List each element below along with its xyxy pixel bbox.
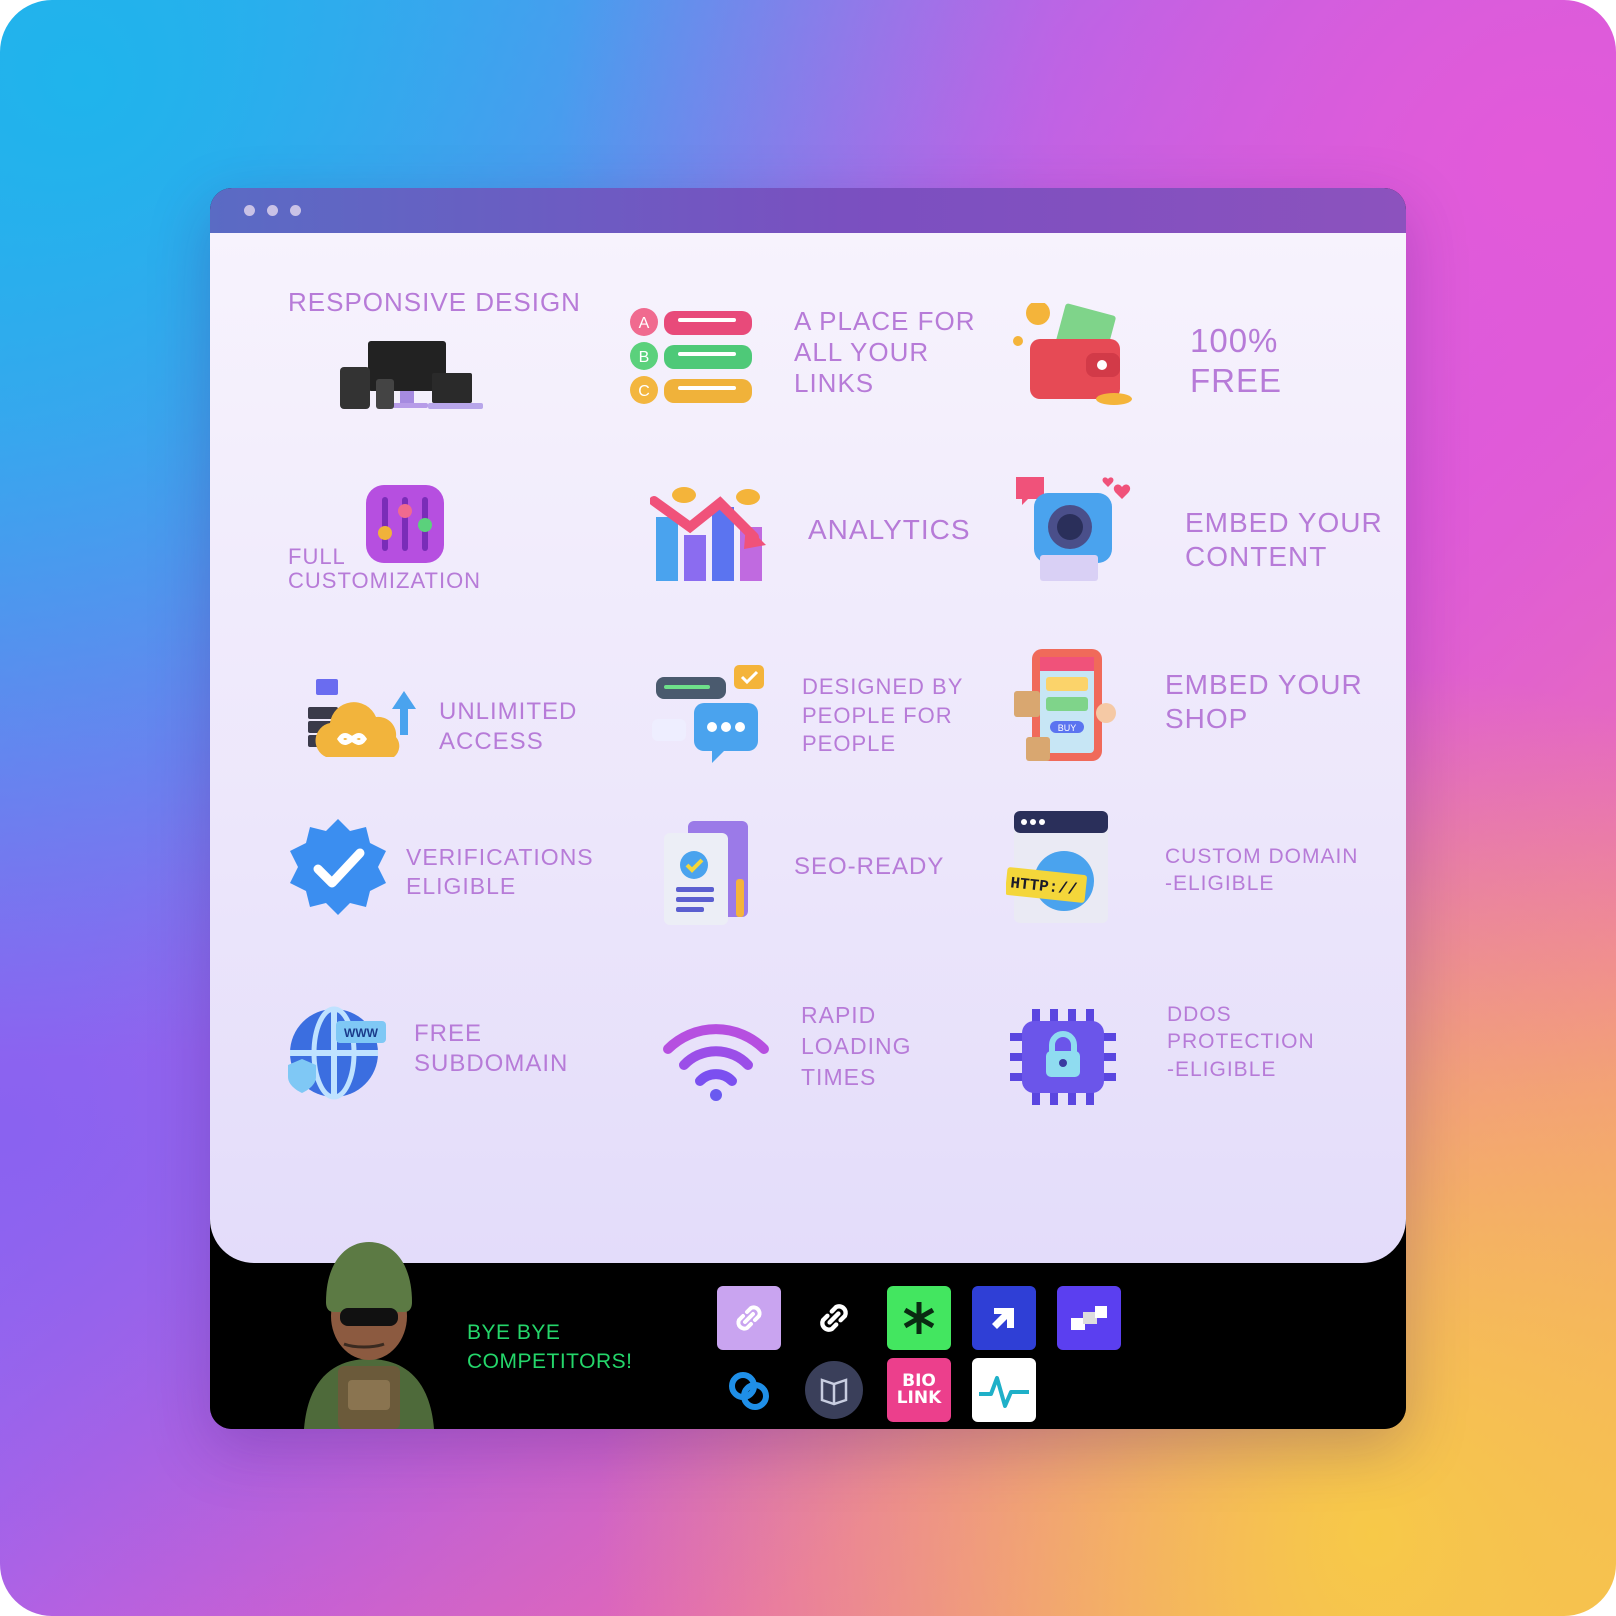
wallet-icon [1013,303,1132,405]
seo-document-icon [664,821,748,925]
competitor-logo-biolink[interactable]: BIO LINK [887,1358,951,1422]
feature-unlimited-line2: ACCESS [439,728,544,755]
blocks-icon [1071,1306,1107,1330]
feature-links-line3: LINKS [794,368,875,399]
competitor-logo-linktree[interactable] [887,1286,951,1350]
bye-line2: COMPETITORS! [467,1350,633,1374]
feature-ddos-line1: DDOS [1167,1003,1232,1026]
feature-designed-line1: DESIGNED BY [802,674,964,699]
feature-designed-line2: PEOPLE FOR [802,702,953,728]
feature-customization-line1: FULL [288,544,346,569]
feature-verifications: VERIFICATIONS ELIGIBLE [406,843,594,901]
feature-free-line1: 100% [1190,322,1279,359]
feature-customization: FULL CUSTOMIZATION [288,544,482,594]
feature-responsive-design: RESPONSIVE DESIGN [288,287,581,317]
www-globe-icon: WWW [288,1006,386,1100]
competitor-logo-link-purple[interactable] [717,1286,781,1350]
feature-embed-shop-line1: EMBED YOUR [1165,669,1363,700]
wifi-icon [663,1024,769,1101]
bye-competitors-text: BYE BYE COMPETITORS! [467,1318,632,1377]
pulse-icon [979,1376,1029,1408]
biolink-line2: LINK [896,1388,942,1408]
feature-custom-domain-line2: -ELIGIBLE [1165,872,1275,896]
chat-bubbles-icon [652,665,764,763]
feature-unlimited-access: UNLIMITED ACCESS [439,697,577,757]
ddos-chip-lock-icon [1010,1009,1116,1105]
competitor-logo-carrd[interactable] [802,1358,866,1422]
feature-rapid-loading: RAPID LOADING TIMES [801,1000,912,1093]
feature-ddos-protection: DDOS PROTECTION -ELIGIBLE [1167,1001,1315,1083]
competitor-logo-link-white[interactable] [802,1286,866,1350]
feature-rapid-line3: TIMES [801,1064,877,1091]
shop-phone-icon: BUY [1014,649,1116,761]
verified-badge-icon [290,819,386,915]
svg-text:C: C [638,383,650,400]
feature-custom-domain: CUSTOM DOMAIN -ELIGIBLE [1165,843,1358,898]
feature-free-subdomain: FREE SUBDOMAIN [414,1019,568,1079]
gradient-background: RESPONSIVE DESIGN A B C A PLACE FOR ALL … [0,0,1616,1616]
feature-ddos-line3: -ELIGIBLE [1167,1057,1277,1081]
cloud-infinity-icon [308,679,416,757]
feature-subdomain-line1: FREE [414,1020,483,1047]
feature-custom-domain-line1: CUSTOM DOMAIN [1165,845,1359,868]
feature-embed-shop-line2: SHOP [1165,702,1249,734]
feature-verifications-line2: ELIGIBLE [406,872,517,899]
feature-free: 100% FREE [1190,321,1282,400]
double-loop-icon [729,1372,769,1410]
devices-icon [340,341,483,409]
arrow-up-right-icon [992,1308,1014,1329]
soldier-avatar [304,1242,434,1429]
feature-customization-line2: CUSTOMIZATION [288,568,482,594]
feature-rapid-line1: RAPID [801,1002,877,1028]
book-icon [805,1361,863,1419]
feature-seo-ready: SEO-READY [794,853,945,880]
camera-icon [1016,477,1131,581]
competitor-logo-blocks[interactable] [1057,1286,1121,1350]
feature-designed-line3: PEOPLE [802,731,897,757]
feature-embed-content-line1: EMBED YOUR [1185,507,1383,538]
feature-embed-content-line2: CONTENT [1185,540,1328,572]
competitor-logo-linkin[interactable] [717,1358,781,1422]
chain-link-icon [820,1304,848,1332]
feature-embed-content: EMBED YOUR CONTENT [1185,506,1383,573]
svg-text:BUY: BUY [1058,723,1077,733]
window-titlebar [210,188,1406,233]
feature-designed-by-people: DESIGNED BY PEOPLE FOR PEOPLE [802,673,963,759]
feature-links-line1: A PLACE FOR [794,306,976,336]
competitor-logo-pulse[interactable] [972,1358,1036,1422]
browser-window: RESPONSIVE DESIGN A B C A PLACE FOR ALL … [210,188,1406,1429]
window-dot-1[interactable] [244,205,255,216]
feature-embed-shop: EMBED YOUR SHOP [1165,668,1363,735]
feature-rapid-line2: LOADING [801,1033,912,1060]
abc-list-icon: A B C [630,308,752,404]
feature-links: A PLACE FOR ALL YOUR LINKS [794,306,976,400]
window-dot-2[interactable] [267,205,278,216]
feature-links-line2: ALL YOUR [794,337,930,368]
svg-text:B: B [639,349,650,366]
bye-line1: BYE BYE [467,1321,561,1344]
features-panel: RESPONSIVE DESIGN A B C A PLACE FOR ALL … [210,233,1406,1263]
http-browser-icon: HTTP:// [1006,811,1108,923]
feature-ddos-line2: PROTECTION [1167,1030,1315,1054]
feature-unlimited-line1: UNLIMITED [439,698,578,725]
window-dot-3[interactable] [290,205,301,216]
svg-text:A: A [639,315,650,332]
competitor-logo-arrow[interactable] [972,1286,1036,1350]
analytics-chart-icon [650,487,766,581]
link-icon [736,1305,762,1331]
feature-subdomain-line2: SUBDOMAIN [414,1050,569,1077]
asterisk-icon [903,1302,935,1334]
svg-text:WWW: WWW [344,1026,379,1040]
feature-analytics: ANALYTICS [808,514,971,545]
feature-free-line2: FREE [1190,361,1283,399]
feature-verifications-line1: VERIFICATIONS [406,844,594,870]
